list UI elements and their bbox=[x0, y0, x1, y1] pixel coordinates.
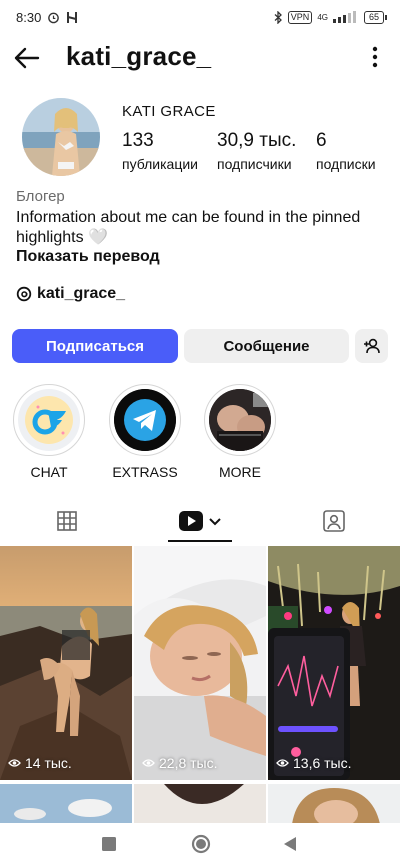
highlight-label: EXTRASS bbox=[112, 464, 178, 480]
recent-apps-icon[interactable] bbox=[102, 837, 116, 851]
highlight-label: MORE bbox=[219, 464, 261, 480]
threads-icon bbox=[16, 286, 32, 302]
add-person-icon bbox=[363, 338, 380, 354]
back-arrow-icon[interactable] bbox=[12, 44, 40, 72]
following-label: подписки bbox=[316, 156, 376, 172]
more-options-icon[interactable] bbox=[372, 46, 378, 68]
status-bar: 8:30 VPN 4G 65 bbox=[0, 0, 400, 34]
posts-count: 133 bbox=[122, 130, 154, 151]
posts-label: публикации bbox=[122, 156, 198, 172]
signal-icon bbox=[332, 11, 356, 23]
eye-icon bbox=[276, 759, 289, 767]
telegram-logo-icon bbox=[114, 389, 176, 451]
alarm-icon bbox=[48, 12, 60, 23]
message-button[interactable]: Сообщение bbox=[184, 329, 349, 363]
following-count: 6 bbox=[316, 130, 327, 151]
tab-tagged[interactable] bbox=[267, 500, 400, 542]
highlight-more[interactable]: MORE bbox=[203, 384, 277, 480]
tab-posts-grid[interactable] bbox=[0, 500, 133, 542]
battery-indicator: 65 bbox=[363, 10, 388, 24]
bluetooth-icon bbox=[274, 10, 282, 24]
eye-icon bbox=[142, 759, 155, 767]
vpn-badge: VPN bbox=[287, 10, 313, 24]
profile-category: Блогер bbox=[16, 188, 65, 205]
post-thumbnail[interactable] bbox=[0, 784, 132, 824]
app-notification-icon bbox=[67, 11, 78, 23]
following-stat[interactable]: 6 подписки bbox=[316, 130, 376, 172]
followers-stat[interactable]: 30,9 тыс. подписчики bbox=[217, 130, 296, 172]
page-title: kati_grace_ bbox=[66, 41, 212, 71]
view-count: 14 тыс. bbox=[8, 755, 72, 771]
status-time: 8:30 bbox=[16, 9, 42, 25]
view-count-text: 13,6 тыс. bbox=[293, 755, 352, 771]
highlight-extrass[interactable]: EXTRASS bbox=[108, 384, 182, 480]
post-thumbnail[interactable]: 14 тыс. bbox=[0, 546, 132, 780]
view-count: 22,8 тыс. bbox=[142, 755, 218, 771]
profile-bio: Information about me can be found in the… bbox=[16, 209, 361, 246]
threads-link[interactable]: kati_grace_ bbox=[16, 285, 125, 303]
active-tab-indicator bbox=[168, 540, 232, 542]
follow-button[interactable]: Подписаться bbox=[12, 329, 178, 363]
highlight-chat[interactable]: CHAT bbox=[12, 384, 86, 480]
system-navigation-bar bbox=[0, 823, 400, 867]
profile-header: kati_grace_ bbox=[0, 38, 400, 78]
tagged-icon bbox=[322, 510, 345, 532]
suggested-users-button[interactable] bbox=[355, 329, 388, 363]
eye-icon bbox=[8, 759, 21, 767]
back-icon[interactable] bbox=[283, 836, 297, 852]
post-thumbnail[interactable]: 13,6 тыс. bbox=[268, 546, 400, 780]
network-type: 4G bbox=[317, 12, 328, 22]
onlyfans-logo-icon bbox=[25, 396, 73, 444]
avatar[interactable] bbox=[22, 98, 100, 176]
post-thumbnail[interactable] bbox=[268, 784, 400, 824]
tab-reels[interactable] bbox=[134, 500, 267, 542]
home-icon[interactable] bbox=[191, 834, 211, 854]
highlight-label: CHAT bbox=[30, 464, 68, 480]
photo-thumbnail bbox=[209, 389, 271, 451]
post-thumbnail[interactable] bbox=[134, 784, 266, 824]
posts-stat[interactable]: 133 публикации bbox=[122, 130, 198, 172]
followers-label: подписчики bbox=[217, 156, 292, 172]
view-count-text: 14 тыс. bbox=[25, 755, 72, 771]
grid-icon bbox=[56, 511, 77, 531]
view-count-text: 22,8 тыс. bbox=[159, 755, 218, 771]
display-name: KATI GRACE bbox=[122, 103, 216, 120]
show-translation-link[interactable]: Показать перевод bbox=[16, 248, 160, 266]
threads-handle: kati_grace_ bbox=[37, 285, 126, 302]
view-count: 13,6 тыс. bbox=[276, 755, 352, 771]
post-thumbnail[interactable]: 22,8 тыс. bbox=[134, 546, 266, 780]
followers-count: 30,9 тыс. bbox=[217, 130, 297, 151]
content-tabs bbox=[0, 500, 400, 542]
reels-icon bbox=[178, 511, 221, 531]
